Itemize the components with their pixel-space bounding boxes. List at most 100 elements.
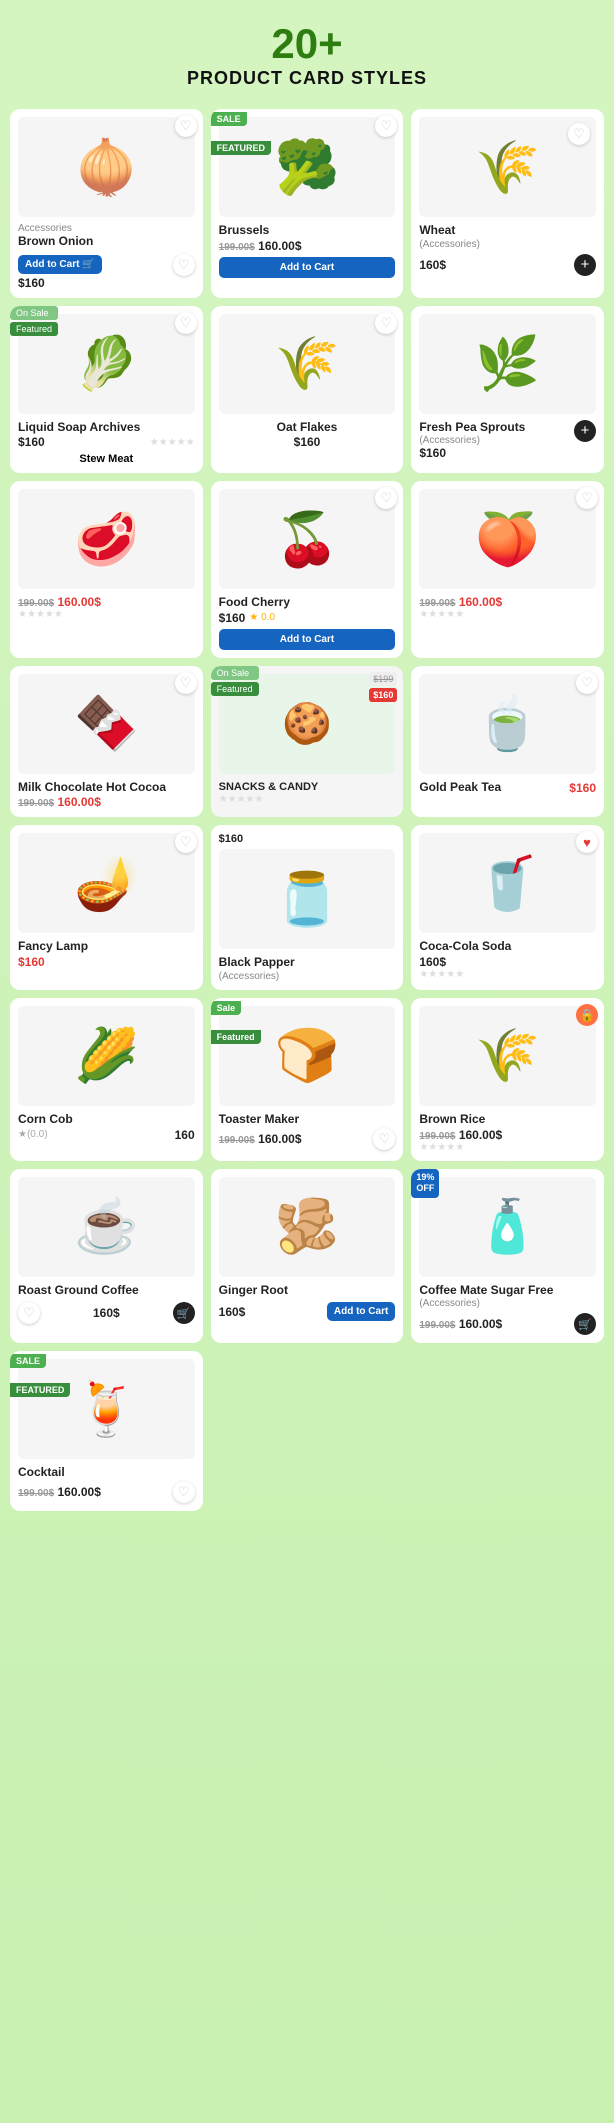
card-title: Brussels [219,223,396,239]
card-title: Brown Onion [18,234,195,250]
card-title: Milk Chocolate Hot Cocoa [18,780,195,796]
add-to-cart-button[interactable]: Add to Cart [327,1302,395,1321]
card-image: 🌾 [219,314,396,414]
card-coca-cola: ♥ 🥤 Coca-Cola Soda 160$ ★★★★★ [411,825,604,990]
star-rating: ★★★★★ [219,794,396,805]
new-price: 160.00$ [58,595,101,609]
wishlist-button[interactable]: ♡ [175,312,197,334]
card-brussels: SALE FEATURED 🥦 ♡ Brussels 199.00$ 160.0… [211,109,404,298]
badges: SALE FEATURED [10,1351,70,1397]
new-price: 160.00$ [459,595,502,609]
card-image: 🍒 [219,489,396,589]
card-title: Food Cherry [219,595,396,611]
card-price: 199.00$ 160.00$ [219,239,396,253]
wishlist-button-inline[interactable]: ♡ [173,254,195,276]
badges: Sale Featured [211,998,261,1044]
wishlist-button[interactable]: ♡ [576,672,598,694]
wishlist-button[interactable]: ♡ [175,672,197,694]
star-rating: ★★★★★ [419,969,596,980]
star-rating: ★★★★★ [419,1142,596,1153]
add-to-cart-button[interactable]: Add to Cart [219,629,396,650]
sale-badge: SALE FEATURED [211,109,271,155]
old-price: 199.00$ [419,1320,455,1331]
wishlist-button[interactable]: ♡ [375,312,397,334]
sale-label: SALE [211,112,247,126]
on-sale-badge: On Sale [211,666,259,680]
card-subtitle: (Accessories) [419,1298,596,1309]
card-title: Toaster Maker [219,1112,396,1128]
card-price: 199.00$ 160.00$ [419,595,596,609]
wishlist-button[interactable]: ♡ [173,1481,195,1503]
card-snacks-candy: On Sale Featured $199 $160 🍪 SNACKS & CA… [211,666,404,818]
star-rating: ★★★★★ [18,609,195,620]
star-rating: ★★★★★ [419,609,596,620]
card-fresh-pea-sprouts: 🌿 Fresh Pea Sprouts (Accessories) $160 + [411,306,604,474]
star-rating: ★★★★★ [150,437,195,448]
card-brown-onion: 🧅 ♡ Accessories Brown Onion Add to Cart … [10,109,203,298]
card-toaster-maker: Sale Featured 🍞 Toaster Maker 199.00$ 16… [211,998,404,1161]
star-rating: ★(0.0) [18,1129,48,1140]
wishlist-button[interactable]: ♡ [18,1302,40,1324]
card-image: 🫚 [219,1177,396,1277]
new-price: 160.00$ [58,1485,101,1499]
product-grid: 🧅 ♡ Accessories Brown Onion Add to Cart … [10,109,604,1511]
card-price: 199.00$ 160.00$ [419,1317,502,1331]
cart-icon: 🛒 [173,1302,195,1324]
card-milk-chocolate: ♡ 🍫 Milk Chocolate Hot Cocoa 199.00$ 160… [10,666,203,818]
card-price: 199.00$ 160.00$ [219,1132,302,1146]
old-price: 199.00$ [18,1488,54,1499]
wishlist-button[interactable]: ♡ [175,115,197,137]
add-button[interactable]: + [574,254,596,276]
card-oat-flakes: ♡ 🌾 Oat Flakes $160 [211,306,404,474]
card-price-top: $160 [219,833,396,845]
old-price: 199.00$ [419,598,455,609]
badges: On Sale Featured [211,666,259,696]
card-title: Oat Flakes [219,420,396,436]
card-title: Gold Peak Tea [419,780,501,796]
card-price: $160 [18,955,195,969]
on-sale-badge: On Sale [10,306,58,320]
add-button[interactable]: + [574,420,596,442]
card-image: 🧅 [18,117,195,217]
card-price: $160 [419,446,525,460]
card-title: Corn Cob [18,1112,195,1128]
featured-badge: FEATURED [10,1383,70,1397]
old-price: 199.00$ [18,598,54,609]
featured-badge: Featured [10,322,58,336]
card-image: 🍑 [419,489,596,589]
add-to-cart-button[interactable]: Add to Cart [219,257,396,278]
lock-icon: 🔒 [576,1004,598,1026]
card-price: 160$ [93,1306,120,1320]
card-image: 🪔 [18,833,195,933]
card-price: 199.00$ 160.00$ [18,1485,101,1499]
card-image: 🍫 [18,674,195,774]
card-stew-meat: 🥩 199.00$ 160.00$ ★★★★★ [10,481,203,658]
card-image: 🍵 [419,674,596,774]
card-brown-rice: 🔒 🌾 Brown Rice 199.00$ 160.00$ ★★★★★ [411,998,604,1161]
card-subtitle: (Accessories) [419,239,596,250]
new-price: 160.00$ [58,795,101,809]
card-price: 160 [175,1128,195,1142]
card-image: 🌾 [419,1006,596,1106]
card-image: 🥩 [18,489,195,589]
card-price: $160 [18,435,45,449]
card-image: 🌾 ♡ [419,117,596,217]
card-price: 199.00$ 160.00$ [18,595,195,609]
add-to-cart-button[interactable]: Add to Cart 🛒 [18,255,102,274]
card-plum: 🍑 ♡ 199.00$ 160.00$ ★★★★★ [411,481,604,658]
card-title: Fresh Pea Sprouts [419,420,525,436]
old-price: 199.00$ [18,798,54,809]
old-price: 199.00$ [419,1131,455,1142]
wishlist-button[interactable]: ♡ [175,831,197,853]
wishlist-button[interactable]: ♡ [373,1128,395,1150]
old-price-badge: $199 [369,672,397,686]
card-black-papper: $160 🫙 Black Papper (Accessories) [211,825,404,990]
star-rating: ★ 0.0 [249,612,275,623]
old-price: 199.00$ [219,242,255,253]
wishlist-button[interactable]: ♡ [568,123,590,145]
new-price: 160.00$ [258,1132,301,1146]
card-title: Roast Ground Coffee [18,1283,195,1299]
card-image: 🌽 [18,1006,195,1106]
card-cocktail: SALE FEATURED 🍹 Cocktail 199.00$ 160.00$… [10,1351,203,1511]
old-price: 199.00$ [219,1135,255,1146]
